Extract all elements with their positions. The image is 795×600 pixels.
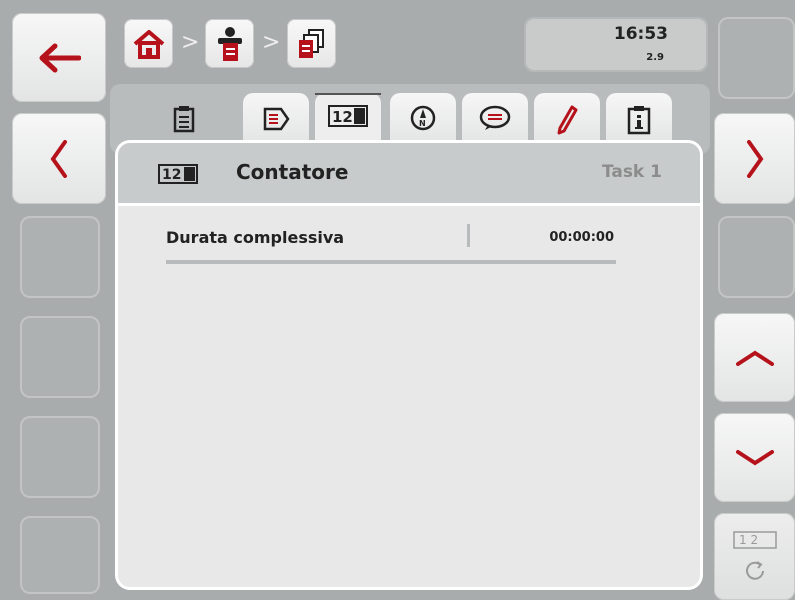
task-label: Task 1 xyxy=(601,162,662,182)
home-icon xyxy=(133,29,164,59)
svg-text:N: N xyxy=(419,119,426,128)
reset-counter-button[interactable]: 1 2 xyxy=(714,513,795,600)
counter-icon-disabled: 1 2 xyxy=(732,530,777,549)
scroll-down-button[interactable] xyxy=(714,413,795,502)
empty-button-left-4 xyxy=(20,316,100,398)
person-clipboard-icon xyxy=(217,26,242,61)
clock-time: 16:53 xyxy=(613,24,668,44)
row-label: Durata complessiva xyxy=(166,228,345,247)
empty-button-right-1 xyxy=(718,17,795,99)
panel-header: 12 Contatore Task 1 xyxy=(118,143,700,206)
tab-field-data[interactable] xyxy=(243,93,309,148)
empty-button-right-3 xyxy=(718,216,795,298)
compass-icon: N xyxy=(410,105,436,131)
breadcrumb-task-controller[interactable] xyxy=(205,19,254,68)
empty-button-left-6 xyxy=(20,516,100,594)
version-label: 2.9 xyxy=(646,52,664,63)
chevron-right-icon xyxy=(746,139,763,178)
field-data-icon xyxy=(263,107,290,131)
svg-text:12: 12 xyxy=(332,108,353,126)
row-divider xyxy=(467,224,470,247)
counter-row-total-duration[interactable]: Durata complessiva 00:00:00 xyxy=(166,224,616,264)
pencil-icon xyxy=(557,105,578,135)
empty-button-left-3 xyxy=(20,216,100,298)
refresh-icon xyxy=(745,560,764,580)
counter-disabled-text: 1 2 xyxy=(739,533,758,547)
breadcrumb-separator-2: > xyxy=(262,30,281,55)
counter-header-icon-text: 12 xyxy=(162,167,181,183)
tab-clipboard xyxy=(151,93,217,148)
chevron-left-icon xyxy=(50,139,67,178)
counter-icon: 12 xyxy=(328,105,368,127)
previous-tab-button[interactable] xyxy=(12,113,106,204)
tab-info[interactable] xyxy=(606,93,672,148)
breadcrumb-tasks[interactable] xyxy=(287,19,336,68)
status-clock: 16:53 2.9 xyxy=(524,17,708,72)
tab-edit[interactable] xyxy=(534,93,600,148)
documents-icon xyxy=(298,28,324,58)
clipboard-icon xyxy=(173,106,195,133)
speech-bubble-icon xyxy=(479,105,511,130)
counter-panel: 12 Contatore Task 1 Durata complessiva 0… xyxy=(118,143,700,587)
back-button[interactable] xyxy=(12,13,106,102)
info-icon xyxy=(627,106,651,135)
arrow-left-icon xyxy=(39,43,81,72)
chevron-down-icon xyxy=(735,449,774,465)
next-tab-button[interactable] xyxy=(714,113,795,204)
empty-button-left-5 xyxy=(20,416,100,498)
scroll-up-button[interactable] xyxy=(714,313,795,402)
row-value: 00:00:00 xyxy=(549,230,614,245)
tab-gps[interactable]: N xyxy=(390,93,456,148)
tab-comments[interactable] xyxy=(462,93,528,148)
panel-title: Contatore xyxy=(236,160,349,184)
breadcrumb-separator: > xyxy=(181,30,200,55)
chevron-up-icon xyxy=(735,350,774,366)
counter-header-icon: 12 xyxy=(158,164,198,184)
breadcrumb-home[interactable] xyxy=(124,19,173,68)
